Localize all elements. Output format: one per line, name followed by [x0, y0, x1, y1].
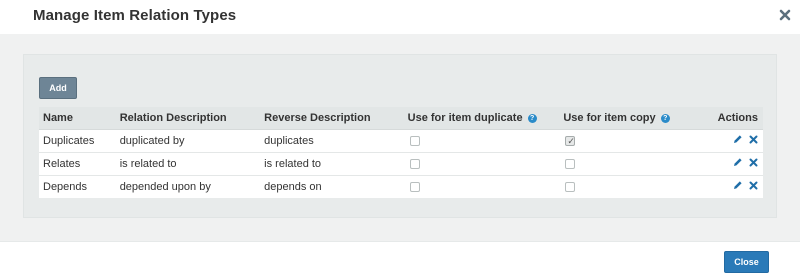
- close-icon[interactable]: [777, 7, 793, 23]
- cell-relation-description: duplicated by: [119, 134, 185, 147]
- table-row: Relates is related to is related to: [39, 151, 763, 175]
- modal-footer: Close: [0, 241, 800, 280]
- modal-header: Manage Item Relation Types: [0, 0, 800, 34]
- column-header-actions: Actions: [713, 107, 763, 130]
- use-for-item-copy-checkbox[interactable]: [565, 181, 576, 192]
- cell-actions: [713, 151, 763, 175]
- close-button[interactable]: Close: [724, 251, 769, 273]
- modal-body: Add Name Relation Description Reverse De…: [0, 34, 800, 241]
- cell-use-for-item-duplicate: [404, 129, 560, 152]
- edit-pencil-icon[interactable]: [733, 134, 743, 144]
- help-icon[interactable]: ?: [527, 113, 537, 123]
- use-for-item-duplicate-checkbox[interactable]: [409, 158, 420, 169]
- delete-icon[interactable]: [748, 180, 758, 190]
- table-row: Depends depended upon by depends on: [39, 174, 763, 198]
- relation-types-panel: Add Name Relation Description Reverse De…: [23, 54, 777, 218]
- use-for-item-copy-checkbox[interactable]: [565, 158, 576, 169]
- cell-use-for-item-duplicate: [403, 174, 560, 198]
- cell-name: Duplicates: [43, 134, 95, 147]
- column-header-reverse-description: Reverse Description: [260, 107, 404, 130]
- edit-pencil-icon[interactable]: [733, 180, 743, 190]
- cell-relation-description: depended upon by: [115, 174, 261, 198]
- cell-use-for-item-copy: [559, 151, 714, 175]
- add-button[interactable]: Add: [39, 77, 77, 99]
- modal-title: Manage Item Relation Types: [33, 7, 237, 24]
- edit-pencil-icon[interactable]: [733, 157, 743, 167]
- cell-use-for-item-copy: [559, 174, 714, 198]
- checkmark-icon: ✓: [567, 135, 575, 146]
- table-row: Duplicates duplicated by duplicates ✓: [39, 129, 763, 152]
- cell-reverse-description: depends on: [260, 174, 404, 198]
- cell-actions: [714, 129, 763, 152]
- use-for-item-copy-checkbox[interactable]: ✓: [565, 135, 576, 146]
- column-header-use-for-item-copy: Use for item copy ?: [559, 107, 714, 130]
- cell-relation-description: is related to: [115, 151, 261, 175]
- cell-use-for-item-copy: ✓: [559, 129, 713, 152]
- cell-use-for-item-duplicate: [403, 151, 560, 175]
- delete-icon[interactable]: [748, 134, 758, 144]
- cell-name: Depends: [39, 174, 116, 198]
- cell-reverse-description: is related to: [260, 151, 404, 175]
- column-header-name: Name: [39, 107, 116, 130]
- use-for-item-duplicate-checkbox[interactable]: [409, 135, 420, 146]
- manage-item-relation-types-dialog: Manage Item Relation Types Add Name Rela…: [0, 0, 800, 280]
- delete-icon[interactable]: [748, 157, 758, 167]
- cell-actions: [713, 174, 763, 198]
- table-header-row: Name Relation Description Reverse Descri…: [39, 107, 763, 130]
- column-header-use-for-item-duplicate: Use for item duplicate ?: [403, 107, 560, 130]
- cell-name: Relates: [39, 151, 116, 175]
- column-header-relation-description: Relation Description: [115, 107, 261, 130]
- relation-types-table: Name Relation Description Reverse Descri…: [39, 107, 763, 198]
- use-for-item-duplicate-checkbox[interactable]: [409, 181, 420, 192]
- help-icon[interactable]: ?: [660, 113, 670, 123]
- cell-reverse-description: duplicates: [264, 134, 314, 147]
